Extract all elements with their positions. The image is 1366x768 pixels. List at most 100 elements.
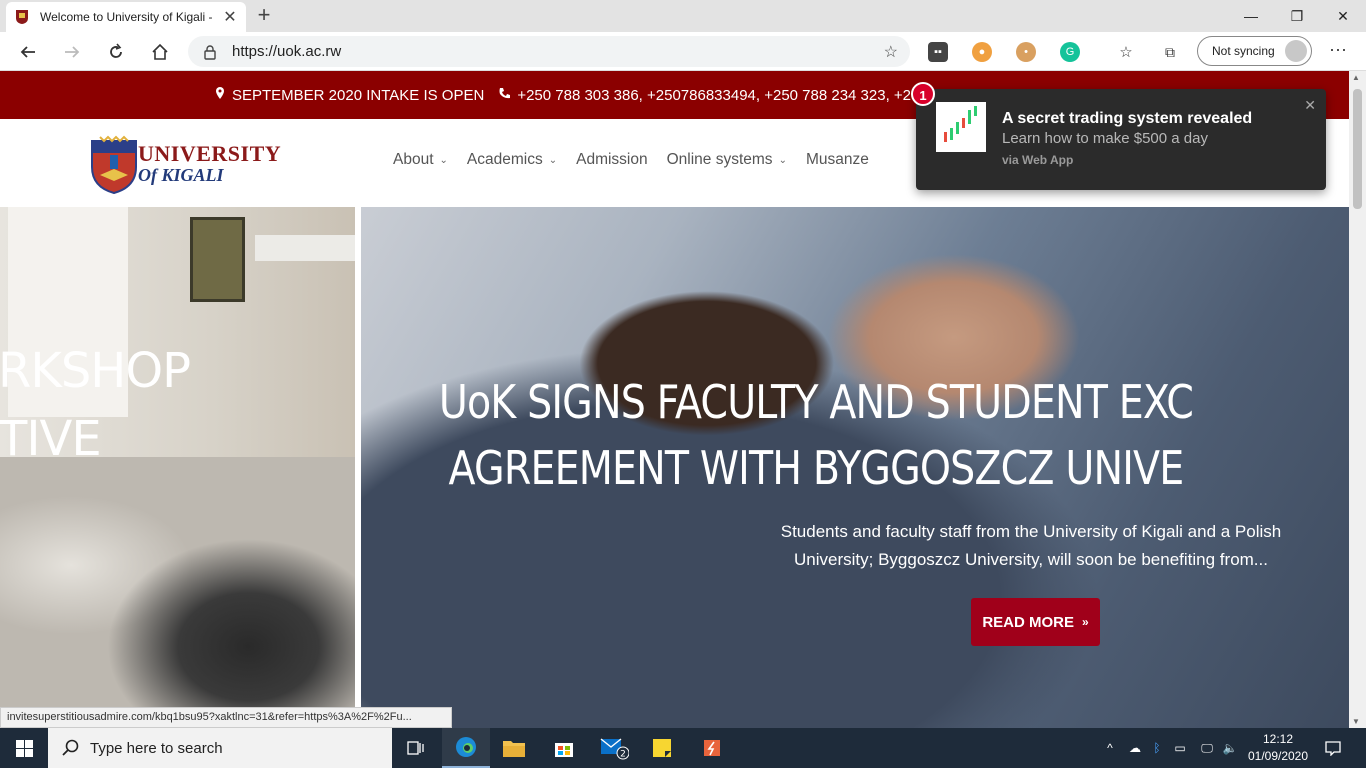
university-logo[interactable]: UNIVERSITY Of KIGALI [90, 135, 281, 195]
tab-close-icon[interactable]: ✕ [222, 7, 238, 27]
nav-item-musanze[interactable]: Musanze [806, 151, 869, 169]
nav-label: About [393, 151, 434, 168]
new-tab-icon[interactable]: + [252, 4, 276, 28]
nav-label: Online systems [666, 151, 773, 168]
subtext-line: Students and faculty staff from the Univ… [780, 522, 1282, 541]
intake-text: SEPTEMBER 2020 INTAKE IS OPEN [232, 86, 485, 104]
hero-slider: RKSHOP TIVE UoK SIGNS FACULTY AND STUDEN… [0, 207, 1349, 728]
network-icon[interactable]: 🖵 [1196, 728, 1218, 768]
notification-body: Learn how to make $500 a day [1002, 130, 1208, 147]
refresh-icon[interactable] [102, 38, 130, 66]
restore-icon[interactable]: ❐ [1274, 0, 1320, 32]
notification-source: via Web App [1002, 153, 1074, 167]
notification-title: A secret trading system revealed [1002, 110, 1253, 127]
taskbar-search-box[interactable]: Type here to search [48, 728, 392, 768]
windows-taskbar: Type here to search 2 ^ ☁ ᛒ ▭ 🖵 🔈 12:12 … [0, 728, 1366, 768]
nav-label: Musanze [805, 151, 869, 168]
main-nav: About ⌄ Academics ⌄ Admission Online syste… [393, 151, 888, 169]
location-pin-icon [214, 86, 226, 104]
scroll-up-icon[interactable]: ▲ [1352, 73, 1360, 82]
cookie-extension-icon[interactable]: • [1016, 42, 1036, 62]
onedrive-cloud-icon[interactable]: ☁ [1124, 728, 1146, 768]
more-menu-icon[interactable]: ··· [1327, 40, 1349, 62]
grammarly-icon[interactable]: G [1060, 42, 1080, 62]
nav-item-about[interactable]: About ⌄ [393, 151, 448, 169]
phone-icon [498, 87, 511, 104]
office-app-icon[interactable] [688, 728, 736, 768]
logo-text-kigali: Of KIGALI [138, 165, 224, 185]
show-hidden-icons[interactable]: ^ [1100, 728, 1120, 768]
home-icon[interactable] [146, 38, 174, 66]
mail-icon[interactable]: 2 [590, 728, 638, 768]
browser-tab-bar: Welcome to University of Kigali - ✕ + — … [0, 0, 1366, 32]
page-scrollbar[interactable]: ▲ ▼ [1349, 71, 1366, 728]
nav-item-academics[interactable]: Academics ⌄ [467, 151, 557, 169]
read-more-button[interactable]: READ MORE » [971, 598, 1100, 646]
previous-slide-caption: RKSHOP TIVE [0, 337, 191, 473]
tab-title: Welcome to University of Kigali - [40, 10, 213, 24]
microsoft-store-icon[interactable] [540, 728, 588, 768]
sticky-notes-icon[interactable] [638, 728, 686, 768]
current-slide: UoK SIGNS FACULTY AND STUDENT EXC AGREEM… [361, 207, 1349, 728]
bluetooth-icon[interactable]: ᛒ [1148, 728, 1166, 768]
edge-browser-icon[interactable] [442, 728, 490, 768]
nav-item-admission[interactable]: Admission [576, 151, 648, 169]
nav-label: Admission [576, 151, 648, 168]
lock-icon [204, 44, 216, 60]
mail-badge-count: 2 [620, 750, 626, 760]
windows-start-icon[interactable] [0, 728, 48, 768]
slide-subtext: Students and faculty staff from the Univ… [751, 518, 1311, 574]
nav-item-online-systems[interactable]: Online systems ⌄ [667, 151, 787, 169]
favorite-star-icon[interactable]: ☆ [884, 42, 898, 62]
caption-line: TIVE [0, 411, 102, 467]
slide-photo-ac-unit [255, 235, 355, 261]
site-favicon-icon [16, 10, 28, 24]
url-text[interactable]: https://uok.ac.rw [232, 43, 884, 60]
slide-headline: UoK SIGNS FACULTY AND STUDENT EXC AGREEM… [361, 369, 1211, 501]
extension-shield-icon[interactable]: ● [972, 42, 992, 62]
read-more-label: READ MORE [982, 613, 1074, 631]
collections-icon[interactable]: ⧉ [1160, 42, 1180, 62]
chevron-down-icon: ⌄ [439, 154, 448, 166]
minimize-icon[interactable]: — [1228, 0, 1274, 32]
chevron-down-icon: ⌄ [778, 154, 787, 166]
scroll-down-icon[interactable]: ▼ [1352, 717, 1360, 726]
clock-date: 01/09/2020 [1247, 749, 1309, 763]
action-center-icon[interactable] [1320, 728, 1346, 768]
volume-icon[interactable]: 🔈 [1220, 728, 1240, 768]
chevron-down-icon: ⌄ [548, 154, 558, 166]
task-view-icon[interactable] [392, 728, 440, 768]
file-explorer-icon[interactable] [490, 728, 538, 768]
slide-photo-audience [0, 457, 355, 728]
logo-shield-icon [91, 135, 137, 195]
notification-close-icon[interactable]: ✕ [1304, 97, 1316, 114]
back-icon[interactable] [14, 38, 42, 66]
favorites-icon[interactable]: ☆ [1116, 42, 1136, 62]
battery-icon[interactable]: ▭ [1170, 728, 1190, 768]
clock-time: 12:12 [1262, 732, 1294, 746]
logo-text-university: UNIVERSITY [138, 141, 282, 166]
taskbar-clock[interactable]: 12:12 01/09/2020 [1244, 731, 1312, 765]
url-bar[interactable]: https://uok.ac.rw ☆ [188, 36, 910, 67]
headline-line: AGREEMENT WITH BYGGOSZCZ UNIVE [448, 441, 1185, 495]
phone-numbers[interactable]: +250 788 303 386, +250786833494, +250 78… [517, 87, 927, 104]
address-toolbar: https://uok.ac.rw ☆ ▪▪ ● • G ☆ ⧉ Not syn… [0, 32, 1366, 71]
web-notification[interactable]: A secret trading system revealed Learn h… [916, 89, 1326, 190]
sync-label: Not syncing [1212, 44, 1275, 58]
nav-label: Academics [466, 151, 543, 168]
search-icon [62, 739, 79, 756]
slide-photo-painting [190, 217, 245, 302]
avatar [1285, 40, 1307, 62]
notification-count-badge: 1 [911, 82, 935, 106]
profile-sync-button[interactable]: Not syncing [1197, 36, 1312, 66]
previous-slide[interactable]: RKSHOP TIVE [0, 207, 355, 728]
forward-icon[interactable] [58, 38, 86, 66]
notification-chart-thumbnail [936, 102, 986, 152]
window-close-icon[interactable]: ✕ [1320, 0, 1366, 32]
browser-tab[interactable]: Welcome to University of Kigali - ✕ [6, 2, 246, 32]
search-placeholder: Type here to search [90, 739, 223, 757]
subtext-line: University; Byggoszcz University, will s… [794, 550, 1268, 569]
extension-icon[interactable]: ▪▪ [928, 42, 948, 62]
headline-line: UoK SIGNS FACULTY AND STUDENT EXC [438, 375, 1194, 429]
scrollbar-thumb[interactable] [1353, 89, 1362, 209]
